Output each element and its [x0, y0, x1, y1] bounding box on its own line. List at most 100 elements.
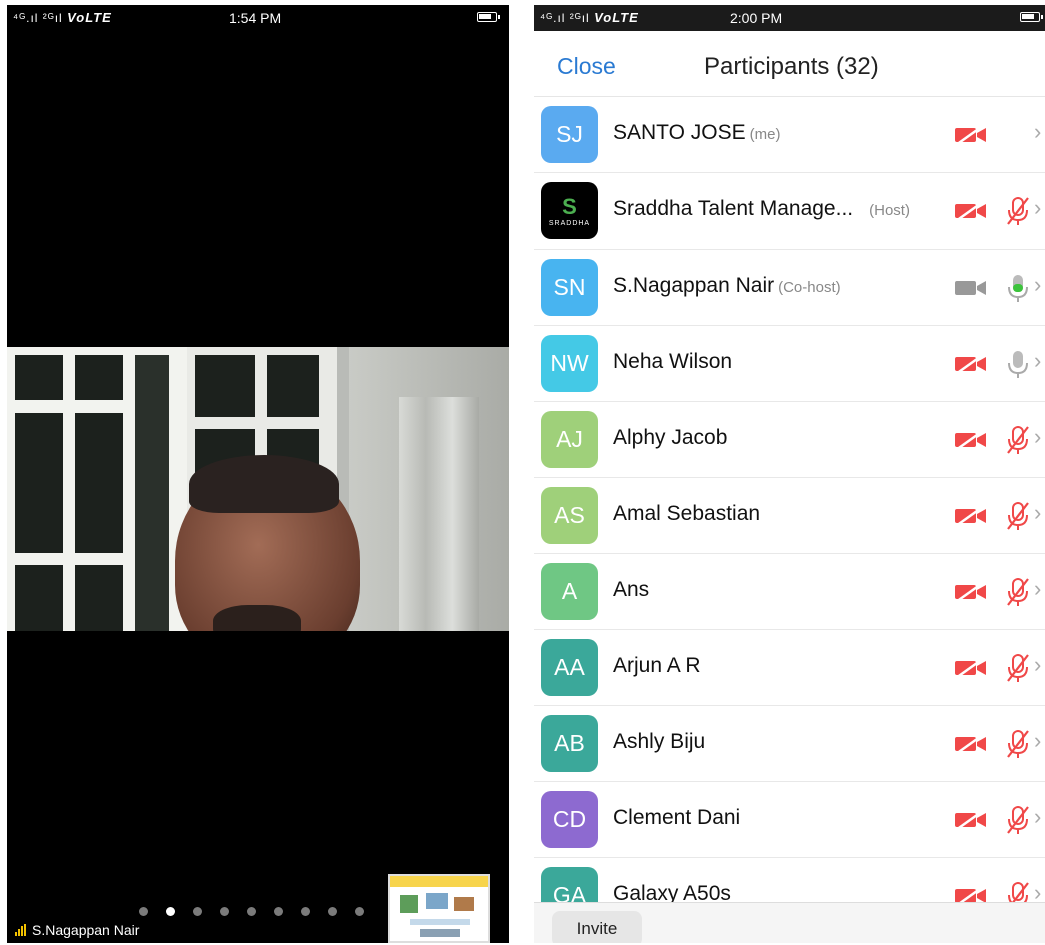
page-dot-active[interactable] [166, 907, 175, 916]
mic-muted-icon [1005, 728, 1031, 760]
participant-name: S.Nagappan Nair (Co-host) [613, 274, 841, 297]
page-dot[interactable] [220, 907, 229, 916]
chevron-right-icon[interactable]: › [1034, 272, 1041, 298]
chevron-right-icon[interactable]: › [1034, 576, 1041, 602]
participant-avatar: S SRADDHA [541, 182, 598, 239]
speaker-name: S.Nagappan Nair [32, 922, 140, 938]
participant-role-tag: (me) [749, 126, 781, 143]
page-indicator[interactable] [139, 907, 364, 917]
participant-row[interactable]: S SRADDHA Sraddha Talent Manage... (Host) › [534, 173, 1045, 250]
video-off-icon [954, 199, 988, 223]
microphone-icon [1005, 348, 1031, 380]
participant-avatar: AA [541, 639, 598, 696]
participant-avatar: A [541, 563, 598, 620]
chevron-right-icon[interactable]: › [1034, 195, 1041, 221]
video-off-icon [954, 884, 988, 902]
page-dot[interactable] [301, 907, 310, 916]
active-speaker-video[interactable] [7, 347, 509, 631]
participant-name: Neha Wilson [613, 350, 733, 373]
page-dot[interactable] [355, 907, 364, 916]
participant-row[interactable]: SJ SANTO JOSE (me) › [534, 97, 1045, 173]
participant-avatar: GA [541, 867, 598, 902]
mic-muted-icon [1005, 500, 1031, 532]
mic-muted-icon [1005, 424, 1031, 456]
status-time: 1:54 PM [229, 10, 282, 26]
video-camera-icon [954, 278, 988, 298]
participant-avatar: SN [541, 259, 598, 316]
mic-muted-icon [1005, 880, 1031, 902]
participant-avatar: AB [541, 715, 598, 772]
video-off-icon [954, 580, 988, 604]
video-off-icon [954, 428, 988, 452]
video-off-icon [954, 732, 988, 756]
participant-name: Amal Sebastian [613, 502, 761, 525]
participants-screen: ⁴ᴳ.ıl ²ᴳıl VoLTE 2:00 PM Close Participa… [534, 5, 1045, 943]
video-off-icon [954, 352, 988, 376]
chevron-right-icon[interactable]: › [1034, 500, 1041, 526]
signal-indicator: ⁴ᴳ.ıl ²ᴳıl VoLTE [13, 10, 112, 25]
mic-muted-icon [1005, 195, 1031, 227]
participant-row[interactable]: CD Clement Dani › [534, 782, 1045, 858]
connection-strength-icon [15, 924, 26, 936]
participant-avatar: AS [541, 487, 598, 544]
chevron-right-icon[interactable]: › [1034, 652, 1041, 678]
participants-header: Close Participants (32) [534, 31, 1045, 97]
participant-list[interactable]: SJ SANTO JOSE (me) › S SRADDHA Sraddha Talent … [534, 97, 1045, 902]
close-button[interactable]: Close [557, 53, 616, 80]
bottom-bar: Invite [534, 902, 1045, 943]
participant-name: Arjun A R [613, 654, 701, 677]
meeting-video-screen: ⁴ᴳ.ıl ²ᴳıl VoLTE 1:54 PM S.Nagappan Nair [7, 5, 509, 943]
participant-row[interactable]: SN S.Nagappan Nair (Co-host) › [534, 250, 1045, 326]
participant-name: Galaxy A50s [613, 882, 731, 902]
battery-icon [477, 12, 500, 22]
microphone-icon [1005, 272, 1031, 304]
status-time: 2:00 PM [730, 10, 783, 26]
participant-row[interactable]: AS Amal Sebastian › [534, 478, 1045, 554]
participant-role-tag: (Host) [869, 202, 910, 219]
participant-avatar: AJ [541, 411, 598, 468]
participant-avatar: SJ [541, 106, 598, 163]
page-dot[interactable] [274, 907, 283, 916]
participant-name: Ashly Biju [613, 730, 706, 753]
participant-name: Clement Dani [613, 806, 741, 829]
mic-muted-icon [1005, 652, 1031, 684]
chevron-right-icon[interactable]: › [1034, 728, 1041, 754]
invite-button[interactable]: Invite [552, 911, 642, 943]
participant-name: Alphy Jacob [613, 426, 728, 449]
participant-row[interactable]: AJ Alphy Jacob › [534, 402, 1045, 478]
shared-screen-thumbnail[interactable] [388, 874, 490, 943]
page-dot[interactable] [247, 907, 256, 916]
signal-indicator: ⁴ᴳ.ıl ²ᴳıl VoLTE [540, 10, 639, 25]
chevron-right-icon[interactable]: › [1034, 880, 1041, 902]
participant-name: SANTO JOSE (me) [613, 121, 781, 144]
page-title: Participants (32) [704, 53, 879, 80]
status-bar: ⁴ᴳ.ıl ²ᴳıl VoLTE 1:54 PM [7, 5, 509, 31]
participant-avatar: NW [541, 335, 598, 392]
chevron-right-icon[interactable]: › [1034, 348, 1041, 374]
page-dot[interactable] [328, 907, 337, 916]
video-off-icon [954, 808, 988, 832]
participant-row[interactable]: AB Ashly Biju › [534, 706, 1045, 782]
video-off-icon [954, 504, 988, 528]
participant-row[interactable]: A Ans › [534, 554, 1045, 630]
chevron-right-icon[interactable]: › [1034, 804, 1041, 830]
speaker-name-tag: S.Nagappan Nair [15, 922, 139, 938]
mic-muted-icon [1005, 576, 1031, 608]
participant-row[interactable]: NW Neha Wilson › [534, 326, 1045, 402]
participant-avatar: CD [541, 791, 598, 848]
chevron-right-icon[interactable]: › [1034, 119, 1041, 145]
participant-role-tag: (Co-host) [778, 279, 841, 296]
participant-name: Ans [613, 578, 650, 601]
page-dot[interactable] [193, 907, 202, 916]
participant-name: Sraddha Talent Manage... (Host) [613, 197, 910, 220]
battery-icon [1020, 12, 1043, 22]
participant-row[interactable]: AA Arjun A R › [534, 630, 1045, 706]
video-off-icon [954, 123, 988, 147]
status-bar: ⁴ᴳ.ıl ²ᴳıl VoLTE 2:00 PM [534, 5, 1045, 31]
participant-row[interactable]: GA Galaxy A50s › [534, 858, 1045, 902]
chevron-right-icon[interactable]: › [1034, 424, 1041, 450]
mic-muted-icon [1005, 804, 1031, 836]
screenshot-composite: ⁴ᴳ.ıl ²ᴳıl VoLTE 1:54 PM S.Nagappan Nair… [0, 0, 1045, 945]
page-dot[interactable] [139, 907, 148, 916]
video-off-icon [954, 656, 988, 680]
